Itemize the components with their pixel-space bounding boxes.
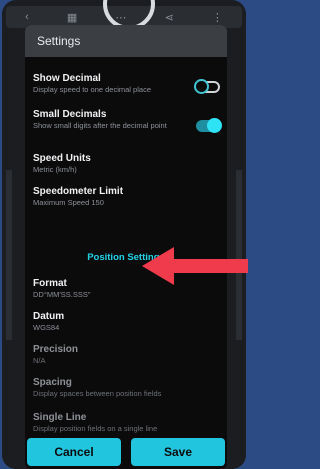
setting-subtitle: DD°MM'SS.SSS"	[33, 290, 91, 299]
setting-title: Show Decimal	[33, 73, 101, 84]
dialog-header: Settings	[25, 25, 227, 57]
setting-title: Single Line	[33, 412, 87, 423]
setting-subtitle: Display position fields on a single line	[33, 424, 158, 433]
setting-subtitle: WGS84	[33, 323, 60, 332]
small-decimals-toggle[interactable]	[196, 118, 222, 133]
setting-title: Datum	[33, 311, 65, 322]
setting-subtitle: N/A	[33, 356, 46, 365]
setting-speed-units[interactable]: Speed Units Metric (km/h)	[33, 152, 219, 175]
save-button[interactable]: Save	[131, 438, 225, 466]
dialog-title: Settings	[37, 34, 81, 48]
setting-show-decimal[interactable]: Show Decimal Display speed to one decima…	[33, 72, 219, 95]
background-panel	[6, 170, 12, 340]
setting-title: Speed Units	[33, 153, 91, 164]
show-decimal-toggle[interactable]	[194, 79, 220, 94]
setting-title: Precision	[33, 344, 79, 355]
cancel-button[interactable]: Cancel	[27, 438, 121, 466]
scrolled-content-fade	[25, 59, 227, 69]
setting-precision[interactable]: Precision N/A	[33, 343, 219, 366]
setting-single-line[interactable]: Single Line Display position fields on a…	[33, 411, 219, 434]
toggle-knob	[194, 79, 209, 94]
setting-title: Small Decimals	[33, 109, 107, 120]
setting-spacing[interactable]: Spacing Display spaces between position …	[33, 376, 219, 399]
background-icon: ‹	[25, 11, 29, 23]
setting-subtitle: Display spaces between position fields	[33, 389, 162, 398]
setting-subtitle: Display speed to one decimal place	[33, 85, 151, 94]
setting-subtitle: Metric (km/h)	[33, 165, 77, 174]
annotation-arrow-icon	[142, 247, 248, 285]
share-icon: ⋖	[164, 11, 174, 24]
setting-title: Spacing	[33, 377, 72, 388]
setting-speedometer-limit[interactable]: Speedometer Limit Maximum Speed 150	[33, 185, 219, 208]
setting-subtitle: Show small digits after the decimal poin…	[33, 121, 167, 130]
setting-small-decimals[interactable]: Small Decimals Show small digits after t…	[33, 108, 219, 131]
more-vert-icon: ⋮	[211, 11, 223, 24]
setting-datum[interactable]: Datum WGS84	[33, 310, 219, 333]
setting-title: Speedometer Limit	[33, 186, 124, 197]
toggle-knob	[207, 118, 222, 133]
background-icon: ▦	[66, 11, 78, 24]
setting-subtitle: Maximum Speed 150	[33, 198, 104, 207]
